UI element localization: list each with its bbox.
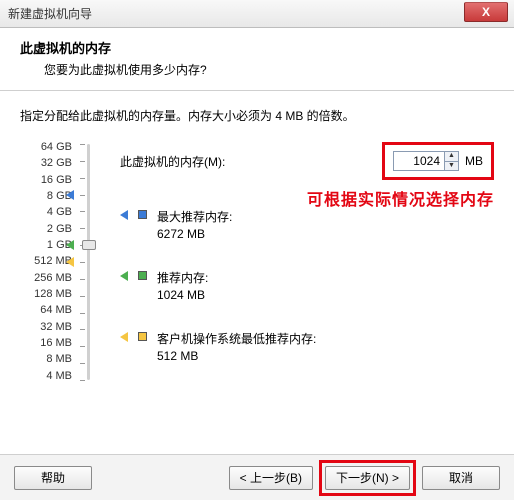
square-icon [138,271,147,280]
wizard-content: 指定分配给此虚拟机的内存量。内存大小必须为 4 MB 的倍数。 64 GB 32 … [0,91,514,481]
max-marker-icon [66,190,74,200]
scale-label: 32 MB [34,322,72,333]
help-button[interactable]: 帮助 [14,466,92,490]
memory-slider[interactable] [78,142,92,382]
wizard-header: 此虚拟机的内存 您要为此虚拟机使用多少内存? [0,28,514,91]
memory-scale: 64 GB32 GB16 GB8 GB4 GB2 GB1 GB512 MB256… [20,142,92,382]
rec-value: 1024 MB [157,288,208,302]
spinner-up-icon[interactable]: ▲ [445,152,458,162]
square-icon [138,210,147,219]
scale-label: 4 MB [34,371,72,382]
max-recommendation: 最大推荐内存: 6272 MB [120,208,494,241]
max-value: 6272 MB [157,227,232,241]
triangle-left-icon [120,271,128,281]
min-label: 客户机操作系统最低推荐内存: [157,330,316,347]
memory-input[interactable] [393,151,445,171]
scale-label: 4 GB [34,207,72,218]
cancel-button[interactable]: 取消 [422,466,500,490]
square-icon [138,332,147,341]
scale-label: 32 GB [34,158,72,169]
next-highlight: 下一步(N) > [319,460,416,496]
window-title: 新建虚拟机向导 [8,5,92,22]
scale-label: 64 GB [34,142,72,153]
rec-recommendation: 推荐内存: 1024 MB [120,269,494,302]
next-button[interactable]: 下一步(N) > [325,466,410,490]
scale-label: 16 GB [34,175,72,186]
triangle-left-icon [120,332,128,342]
scale-label: 256 MB [34,273,72,284]
page-subtitle: 您要为此虚拟机使用多少内存? [44,61,494,78]
spinner-down-icon[interactable]: ▼ [445,162,458,171]
wizard-footer: 帮助 < 上一步(B) 下一步(N) > 取消 [0,454,514,500]
scale-label: 8 MB [34,354,72,365]
min-recommendation: 客户机操作系统最低推荐内存: 512 MB [120,330,494,363]
memory-unit: MB [465,154,483,168]
close-button[interactable]: X [464,2,508,22]
rec-marker-icon [66,240,74,250]
rec-label: 推荐内存: [157,269,208,286]
memory-spinner[interactable]: ▲ ▼ [445,151,459,171]
scale-label: 2 GB [34,224,72,235]
memory-input-group: ▲ ▼ MB [382,142,494,180]
min-value: 512 MB [157,349,316,363]
scale-label: 128 MB [34,289,72,300]
title-bar: 新建虚拟机向导 X [0,0,514,28]
back-button[interactable]: < 上一步(B) [229,466,313,490]
triangle-left-icon [120,210,128,220]
scale-label: 64 MB [34,305,72,316]
page-title: 此虚拟机的内存 [20,38,494,57]
max-label: 最大推荐内存: [157,208,232,225]
annotation-text: 可根据实际情况选择内存 [307,186,494,210]
memory-label: 此虚拟机的内存(M): [120,153,225,170]
scale-label: 16 MB [34,338,72,349]
min-marker-icon [66,257,74,267]
instruction-text: 指定分配给此虚拟机的内存量。内存大小必须为 4 MB 的倍数。 [20,107,494,124]
